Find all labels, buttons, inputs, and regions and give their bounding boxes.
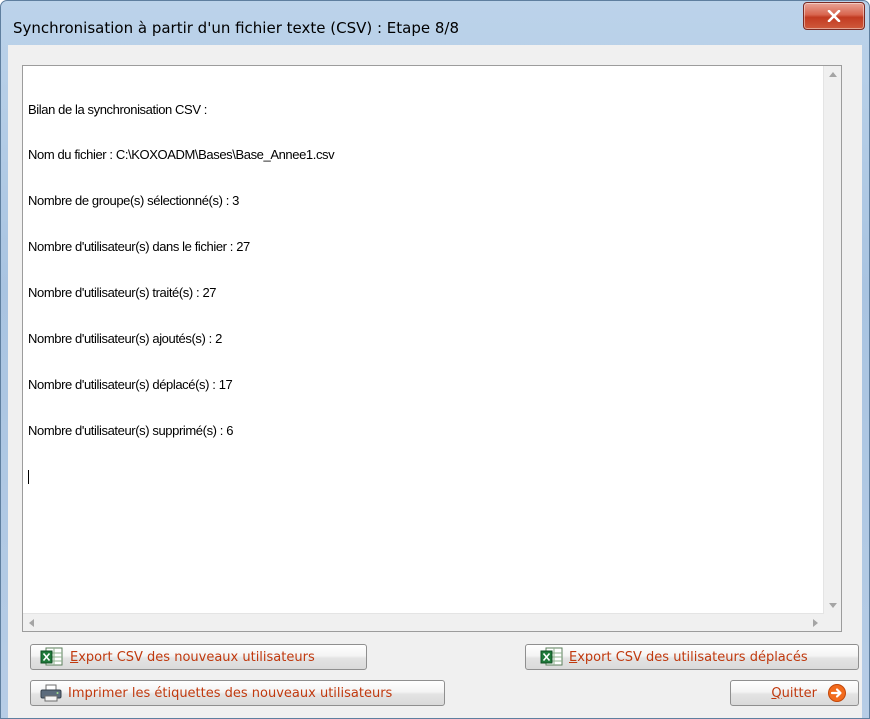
sync-report-textarea[interactable]: Bilan de la synchronisation CSV : Nom du… [22,65,842,632]
excel-icon [540,647,563,666]
report-text: Bilan de la synchronisation CSV : Nom du… [28,71,335,514]
excel-icon [40,647,63,666]
title-bar[interactable]: Synchronisation à partir d'un fichier te… [1,1,869,45]
report-line: Nombre d'utilisateur(s) dans le fichier … [28,239,250,255]
close-button[interactable] [803,2,865,30]
scroll-down-arrow-icon[interactable] [824,597,841,614]
report-line: Nombre de groupe(s) sélectionné(s) : 3 [28,193,239,209]
quit-button[interactable]: Quitter [730,680,859,706]
close-icon [827,10,841,22]
vertical-scrollbar[interactable] [823,66,841,614]
scroll-right-arrow-icon[interactable] [807,614,824,631]
export-moved-users-label: Export CSV des utilisateurs déplacés [569,649,808,665]
dialog-window: Synchronisation à partir d'un fichier te… [0,0,870,719]
scrollbar-corner [824,614,841,631]
printer-icon [40,684,62,702]
report-line: Nombre d'utilisateur(s) traité(s) : 27 [28,285,217,301]
scroll-left-arrow-icon[interactable] [23,614,40,631]
print-labels-button[interactable]: Imprimer les étiquettes des nouveaux uti… [30,680,445,706]
export-moved-users-button[interactable]: Export CSV des utilisateurs déplacés [525,644,859,670]
print-labels-label: Imprimer les étiquettes des nouveaux uti… [68,685,393,701]
horizontal-scrollbar[interactable] [23,613,824,631]
arrow-right-circle-icon [828,684,846,702]
scroll-up-arrow-icon[interactable] [824,66,841,83]
report-line: Nombre d'utilisateur(s) ajoutés(s) : 2 [28,331,222,347]
report-line: Nombre d'utilisateur(s) supprimé(s) : 6 [28,422,234,438]
dialog-client-area: Bilan de la synchronisation CSV : Nom du… [8,45,862,718]
window-title: Synchronisation à partir d'un fichier te… [13,19,460,37]
export-new-users-label: Export CSV des nouveaux utilisateurs [70,649,315,665]
report-line: Bilan de la synchronisation CSV : [28,101,208,117]
export-new-users-button[interactable]: Export CSV des nouveaux utilisateurs [30,644,367,670]
quit-label: Quitter [771,685,817,701]
report-line: Nom du fichier : C:\KOXOADM\Bases\Base_A… [28,147,335,163]
report-line: Nombre d'utilisateur(s) déplacé(s) : 17 [28,376,233,392]
text-caret [28,469,29,484]
